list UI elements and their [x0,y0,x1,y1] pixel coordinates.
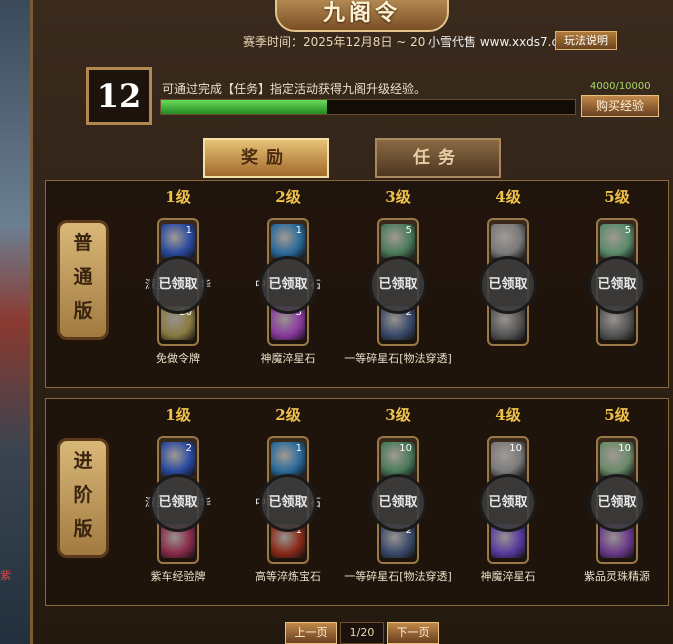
rules-button[interactable]: 玩法说明 [555,31,617,50]
level-label: 3级 [385,188,411,206]
claimed-stamp-text: 已领取 [268,277,308,292]
season-time: 赛季时间：2025年12月8日 ~ 20 [243,35,426,49]
reward-item-icon[interactable]: 10 [381,442,415,476]
claimed-stamp-text: 已领取 [488,495,528,510]
claimed-stamp-text: 已领取 [378,495,418,510]
level-label: 5级 [604,406,630,424]
level-label: 4级 [495,406,521,424]
reward-item-name: 紫品灵珠精源 [584,570,650,583]
claimed-stamp-text: 已领取 [268,495,308,510]
claimed-stamp: 已领取 [479,474,537,532]
track-name-char: 版 [73,300,93,322]
claimed-stamp: 已领取 [149,474,207,532]
reward-item-icon[interactable]: 1 [161,224,195,258]
level-badge: 12 [86,67,152,125]
claimed-stamp-text: 已领取 [158,277,198,292]
level-label: 5级 [604,188,630,206]
level-number: 12 [96,77,142,115]
claimed-stamp: 已领取 [369,256,427,314]
track-name-lantern: 进阶版 [57,438,109,558]
claimed-stamp-text: 已领取 [488,277,528,292]
xp-readout: 4000/10000 [590,81,651,92]
buy-xp-button[interactable]: 购买经验 [581,95,659,117]
claimed-stamp: 已领取 [369,474,427,532]
claimed-stamp: 已领取 [479,256,537,314]
track-name-char: 版 [73,518,93,540]
next-page-button[interactable]: 下一页 [387,622,439,644]
side-label: 紫 [0,569,11,582]
reward-item-name: 一等碎星石[物法穿透] [344,570,452,583]
track-name-char: 通 [73,266,93,288]
title-plate: 九阁令 [275,0,449,32]
level-label: 2级 [275,188,301,206]
level-label: 1级 [165,406,191,424]
tab-tasks[interactable]: 任务 [375,138,501,178]
reward-item-name: 神魔淬星石 [480,570,536,583]
reward-item-name: 一等碎星石[物法穿透] [344,352,452,365]
tab-rewards[interactable]: 奖励 [203,138,329,178]
claimed-stamp-text: 已领取 [378,277,418,292]
claimed-stamp: 已领取 [259,256,317,314]
reward-item-icon[interactable]: 5 [381,224,415,258]
track-name-char: 阶 [73,484,93,506]
xp-progress-bar [160,99,576,115]
page-indicator: 1/20 [340,622,384,644]
level-label: 3级 [385,406,411,424]
claimed-stamp: 已领取 [149,256,207,314]
claimed-stamp-text: 已领取 [597,277,637,292]
claimed-stamp-text: 已领取 [597,495,637,510]
reward-item-name: 神魔淬星石 [260,352,316,365]
progress-description: 可通过完成【任务】指定活动获得九阁升级经验。 [162,82,427,96]
level-label: 4级 [495,188,521,206]
level-label: 2级 [275,406,301,424]
prev-page-button[interactable]: 上一页 [285,622,337,644]
reward-item-icon[interactable] [491,224,525,258]
reward-item-icon[interactable]: 10 [491,442,525,476]
reward-item-icon[interactable]: 2 [161,442,195,476]
claimed-stamp: 已领取 [588,474,646,532]
reward-item-name: 免做令牌 [156,352,200,365]
reward-item-icon[interactable]: 1 [271,224,305,258]
track-name-char: 普 [73,232,93,254]
track-name-lantern: 普通版 [57,220,109,340]
claimed-stamp: 已领取 [259,474,317,532]
reward-item-icon[interactable]: 10 [600,442,634,476]
claimed-stamp-text: 已领取 [158,495,198,510]
reward-item-icon[interactable]: 5 [600,224,634,258]
xp-progress-fill [161,100,327,114]
reward-item-name: 紫车经验牌 [150,570,206,583]
reward-item-icon[interactable]: 1 [271,442,305,476]
track-name-char: 进 [73,450,93,472]
reward-item-name: 高等淬炼宝石 [255,570,321,583]
claimed-stamp: 已领取 [588,256,646,314]
level-label: 1级 [165,188,191,206]
window-title: 九阁令 [322,0,401,26]
